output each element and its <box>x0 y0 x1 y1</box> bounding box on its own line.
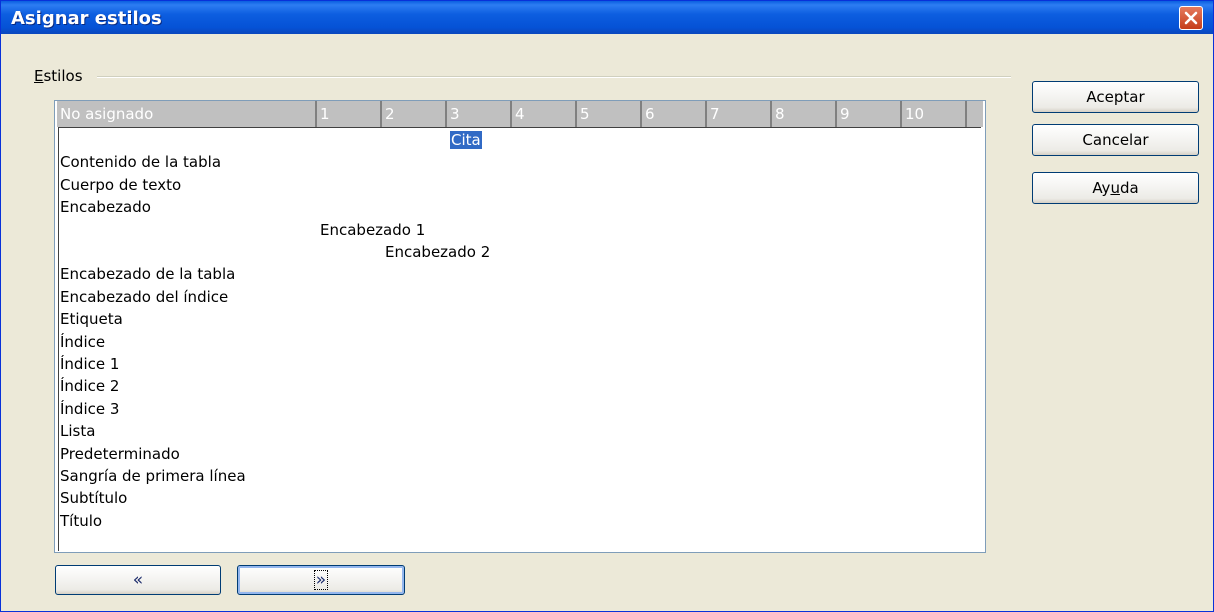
column-level-6: 6 <box>642 101 707 127</box>
style-item[interactable]: Cita <box>450 130 482 150</box>
style-item[interactable]: Etiqueta <box>60 309 123 329</box>
style-item[interactable]: Predeterminado <box>60 444 180 464</box>
close-icon <box>1184 11 1198 25</box>
style-item[interactable]: Índice 1 <box>60 354 119 374</box>
help-button[interactable]: Ayuda <box>1032 172 1199 204</box>
style-item[interactable]: Contenido de la tabla <box>60 152 221 172</box>
accept-button[interactable]: Aceptar <box>1032 81 1199 113</box>
styles-list[interactable]: No asignado 1 2 3 4 5 6 7 8 9 10 Cita Contenido de … <box>54 100 986 553</box>
style-item[interactable]: Índice <box>60 332 105 352</box>
column-level-5: 5 <box>577 101 642 127</box>
column-level-9: 9 <box>837 101 902 127</box>
style-item[interactable]: Encabezado 1 <box>320 220 425 240</box>
move-right-button[interactable]: » <box>237 565 405 595</box>
style-item[interactable]: Subtítulo <box>60 488 127 508</box>
help-label-post: da <box>1119 179 1139 197</box>
styles-group-label: Estilos <box>34 67 83 85</box>
dialog-title: Asignar estilos <box>11 8 162 29</box>
column-level-4: 4 <box>512 101 577 127</box>
style-item[interactable]: Encabezado <box>60 197 151 217</box>
styles-group-label-rest: stilos <box>43 67 83 85</box>
cancel-button[interactable]: Cancelar <box>1032 124 1199 156</box>
double-chevron-right-icon: » <box>313 570 329 590</box>
style-item[interactable]: Lista <box>60 421 95 441</box>
help-label-pre: Ay <box>1092 179 1111 197</box>
style-item[interactable]: Encabezado de la tabla <box>60 264 235 284</box>
group-divider <box>97 76 1011 78</box>
column-level-1: 1 <box>317 101 382 127</box>
style-item[interactable]: Cuerpo de texto <box>60 175 181 195</box>
style-item[interactable]: Encabezado 2 <box>385 242 490 262</box>
title-bar[interactable]: Asignar estilos <box>1 1 1213 34</box>
double-chevron-left-icon: « <box>132 570 144 590</box>
list-content[interactable]: Cita Contenido de la tabla Cuerpo de texto… <box>58 127 981 551</box>
column-level-10: 10 <box>902 101 967 127</box>
close-button[interactable] <box>1179 6 1203 30</box>
column-level-3: 3 <box>447 101 512 127</box>
column-not-assigned: No asignado <box>57 101 317 127</box>
style-item[interactable]: Título <box>60 511 102 531</box>
style-item[interactable]: Sangría de primera línea <box>60 466 246 486</box>
style-item[interactable]: Índice 3 <box>60 399 119 419</box>
assign-styles-dialog: Asignar estilos Estilos No asignado 1 2 3 4 5… <box>0 0 1214 612</box>
move-left-button[interactable]: « <box>55 565 221 595</box>
help-label-accel: u <box>1110 179 1120 197</box>
column-level-7: 7 <box>707 101 772 127</box>
style-item[interactable]: Índice 2 <box>60 376 119 396</box>
level-header: No asignado 1 2 3 4 5 6 7 8 9 10 <box>57 101 983 127</box>
style-item[interactable]: Encabezado del índice <box>60 287 228 307</box>
column-level-8: 8 <box>772 101 837 127</box>
column-level-2: 2 <box>382 101 447 127</box>
